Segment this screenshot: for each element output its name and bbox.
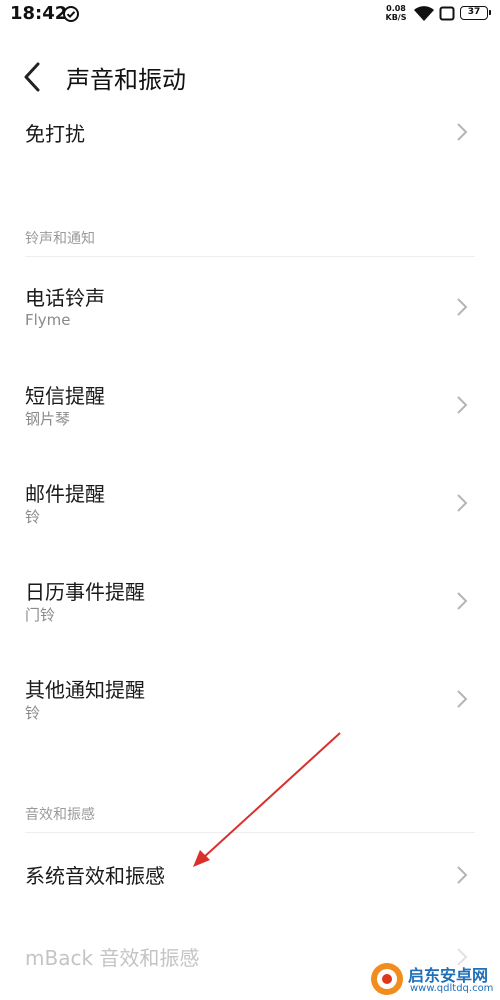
- settings-row-mail-alert[interactable]: 邮件提醒 铃: [0, 470, 500, 540]
- row-subtitle: 铃: [25, 508, 41, 526]
- chevron-right-icon: [457, 396, 468, 414]
- back-button[interactable]: [18, 60, 48, 94]
- settings-row-system-sound-haptics[interactable]: 系统音效和振感: [0, 852, 500, 902]
- screen-icon: [439, 6, 455, 25]
- row-title: 邮件提醒: [25, 482, 105, 506]
- settings-row-phone-ringtone[interactable]: 电话铃声 Flyme: [0, 274, 500, 344]
- row-subtitle: 门铃: [25, 606, 56, 624]
- network-speed-value: 0.08: [386, 4, 406, 13]
- row-title: 免打扰: [25, 122, 85, 146]
- status-bar: 18:42 0.08 KB/S 37: [0, 0, 500, 30]
- wifi-icon: [413, 5, 435, 27]
- row-title: 其他通知提醒: [25, 678, 145, 702]
- status-time: 18:42: [10, 3, 68, 24]
- network-speed-unit: KB/S: [385, 13, 407, 22]
- row-title: 日历事件提醒: [25, 580, 145, 604]
- section-divider: [25, 832, 475, 833]
- chevron-right-icon: [457, 298, 468, 316]
- watermark: 启东安卓网 www.qdltdq.com: [370, 960, 500, 1000]
- battery-icon: 37: [460, 6, 491, 20]
- page-title: 声音和振动: [66, 66, 186, 94]
- row-title: 系统音效和振感: [25, 864, 165, 888]
- watermark-url: www.qdltdq.com: [410, 983, 494, 994]
- row-title: 电话铃声: [25, 286, 105, 310]
- section-label-effects: 音效和振感: [25, 807, 95, 823]
- chevron-right-icon: [457, 494, 468, 512]
- row-subtitle: 铃: [25, 704, 41, 722]
- row-title: mBack 音效和振感: [25, 946, 200, 970]
- settings-row-calendar-alert[interactable]: 日历事件提醒 门铃: [0, 568, 500, 638]
- row-title: 短信提醒: [25, 384, 105, 408]
- chevron-right-icon: [457, 690, 468, 708]
- section-divider: [25, 256, 475, 257]
- settings-row-do-not-disturb[interactable]: 免打扰: [0, 110, 500, 170]
- header: 声音和振动: [0, 44, 500, 108]
- row-subtitle: 钢片琴: [25, 410, 71, 428]
- chevron-right-icon: [457, 866, 468, 884]
- section-label-ringtones: 铃声和通知: [25, 231, 95, 247]
- check-circle-icon: [62, 5, 80, 27]
- settings-row-sms-alert[interactable]: 短信提醒 钢片琴: [0, 372, 500, 442]
- chevron-right-icon: [457, 123, 468, 141]
- watermark-logo-icon: [371, 963, 403, 995]
- chevron-right-icon: [457, 592, 468, 610]
- network-speed: 0.08 KB/S: [384, 4, 408, 22]
- chevron-left-icon: [24, 62, 40, 92]
- row-subtitle: Flyme: [25, 311, 71, 329]
- settings-row-other-notifications[interactable]: 其他通知提醒 铃: [0, 666, 500, 736]
